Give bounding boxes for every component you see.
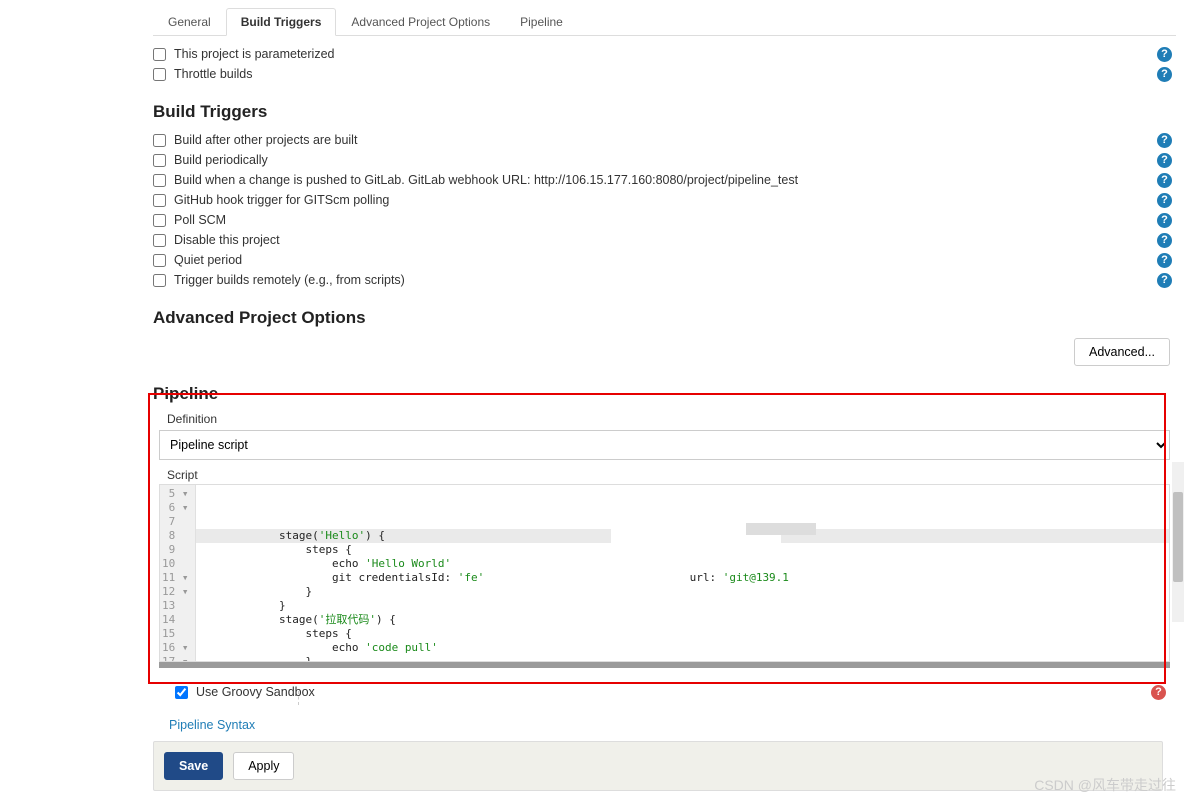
checkbox-disable[interactable] <box>153 234 166 247</box>
checkbox-parameterized[interactable] <box>153 48 166 61</box>
editor-horizontal-scrollbar[interactable] <box>159 661 1170 668</box>
help-icon[interactable]: ? <box>1157 153 1172 168</box>
definition-label: Definition <box>167 412 1170 426</box>
help-icon[interactable]: ? <box>1157 253 1172 268</box>
help-icon[interactable]: ? <box>1157 273 1172 288</box>
help-icon[interactable]: ? <box>1157 47 1172 62</box>
heading-pipeline: Pipeline <box>153 384 1176 404</box>
label-groovy-sandbox[interactable]: Use Groovy Sandbox <box>196 685 315 699</box>
checkbox-pollscm[interactable] <box>153 214 166 227</box>
help-icon[interactable]: ? <box>1157 233 1172 248</box>
apply-button[interactable]: Apply <box>233 752 294 780</box>
save-button[interactable]: Save <box>164 752 223 780</box>
checkbox-throttle[interactable] <box>153 68 166 81</box>
help-icon[interactable]: ? <box>1157 193 1172 208</box>
script-editor[interactable]: 5 ▾ 6 ▾ 7 8 9 10 11 ▾ 12 ▾ 13 14 15 16 ▾… <box>159 484 1170 662</box>
help-icon[interactable]: ? <box>1157 213 1172 228</box>
checkbox-after-projects[interactable] <box>153 134 166 147</box>
advanced-button[interactable]: Advanced... <box>1074 338 1170 366</box>
checkbox-groovy-sandbox[interactable] <box>175 686 188 699</box>
help-icon[interactable]: ? <box>1151 685 1166 700</box>
vertical-scrollbar[interactable] <box>1172 462 1184 622</box>
label-remote[interactable]: Trigger builds remotely (e.g., from scri… <box>174 273 405 287</box>
help-icon[interactable]: ? <box>1157 67 1172 82</box>
label-gitscm[interactable]: GitHub hook trigger for GITScm polling <box>174 193 389 207</box>
editor-gutter: 5 ▾ 6 ▾ 7 8 9 10 11 ▾ 12 ▾ 13 14 15 16 ▾… <box>160 485 196 661</box>
tab-pipeline[interactable]: Pipeline <box>505 8 578 35</box>
config-tabs: General Build Triggers Advanced Project … <box>153 8 1176 36</box>
heading-advanced: Advanced Project Options <box>153 308 1176 328</box>
checkbox-gitscm[interactable] <box>153 194 166 207</box>
label-after-projects[interactable]: Build after other projects are built <box>174 133 357 147</box>
form-action-bar: Save Apply <box>153 741 1163 791</box>
label-gitlab[interactable]: Build when a change is pushed to GitLab.… <box>174 173 798 187</box>
script-label: Script <box>167 468 1170 482</box>
tab-build-triggers[interactable]: Build Triggers <box>226 8 337 36</box>
pipeline-syntax-link[interactable]: Pipeline Syntax <box>169 718 255 732</box>
definition-select[interactable]: Pipeline script <box>159 430 1170 460</box>
label-disable[interactable]: Disable this project <box>174 233 280 247</box>
label-quiet[interactable]: Quiet period <box>174 253 242 267</box>
tab-general[interactable]: General <box>153 8 226 35</box>
checkbox-gitlab[interactable] <box>153 174 166 187</box>
tab-advanced-options[interactable]: Advanced Project Options <box>336 8 505 35</box>
label-throttle[interactable]: Throttle builds <box>174 67 253 81</box>
help-icon[interactable]: ? <box>1157 133 1172 148</box>
label-parameterized[interactable]: This project is parameterized <box>174 47 334 61</box>
redaction-overlay <box>746 523 816 535</box>
checkbox-remote[interactable] <box>153 274 166 287</box>
checkbox-periodically[interactable] <box>153 154 166 167</box>
tree-guide <box>298 691 299 705</box>
label-periodically[interactable]: Build periodically <box>174 153 268 167</box>
editor-code[interactable]: stage('Hello') { steps { echo 'Hello Wor… <box>196 485 1170 661</box>
heading-build-triggers: Build Triggers <box>153 102 1176 122</box>
label-pollscm[interactable]: Poll SCM <box>174 213 226 227</box>
help-icon[interactable]: ? <box>1157 173 1172 188</box>
scrollbar-thumb[interactable] <box>1173 492 1183 582</box>
checkbox-quiet[interactable] <box>153 254 166 267</box>
